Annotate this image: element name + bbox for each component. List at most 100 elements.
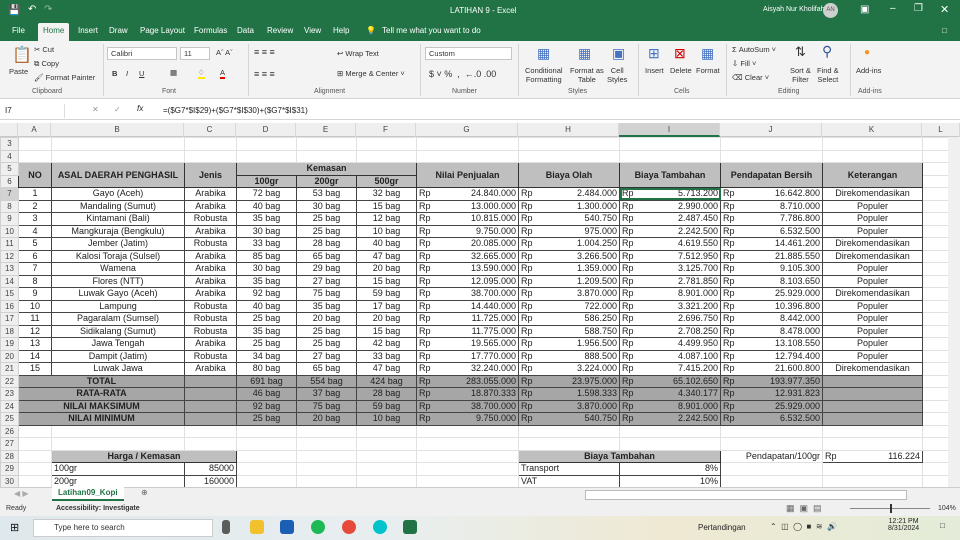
cancel-icon[interactable]: ✕ xyxy=(92,105,99,114)
summary-label[interactable]: NILAI MINIMUM xyxy=(18,412,185,426)
column-header[interactable]: C xyxy=(184,123,236,137)
cell-origin[interactable]: Dampit (Jatim) xyxy=(51,349,185,363)
harga-value[interactable]: 85000 xyxy=(184,462,237,476)
cell[interactable] xyxy=(51,137,185,151)
cell-no[interactable]: 8 xyxy=(18,274,52,288)
cell[interactable] xyxy=(922,224,948,238)
cell-keterangan[interactable]: Populer xyxy=(822,299,923,313)
cell[interactable] xyxy=(922,424,948,438)
cell-quantity[interactable]: 35 bag xyxy=(236,274,297,288)
cell-money[interactable]: Rp 3.125.700 xyxy=(619,262,721,276)
cell-money[interactable]: Rp 8.103.650 xyxy=(720,274,823,288)
cell-money[interactable]: Rp 2.487.450 xyxy=(619,212,721,226)
row-header[interactable]: 3 xyxy=(0,137,19,151)
cell-quantity[interactable]: 10 bag xyxy=(356,224,417,238)
excel-taskbar-icon[interactable] xyxy=(403,520,417,534)
cell-money[interactable]: Rp 2.781.850 xyxy=(619,274,721,288)
cell-money[interactable]: Rp 3.224.000 xyxy=(518,362,620,376)
row-header[interactable]: 4 xyxy=(0,149,19,163)
summary-quantity[interactable]: 691 bag xyxy=(236,374,297,388)
column-header[interactable]: D xyxy=(236,123,296,137)
cell-no[interactable]: 4 xyxy=(18,224,52,238)
row-header[interactable]: 6 xyxy=(0,174,19,188)
cell-quantity[interactable]: 35 bag xyxy=(236,212,297,226)
cell[interactable] xyxy=(18,137,52,151)
horizontal-scrollbar[interactable] xyxy=(585,490,907,500)
sort-filter-button[interactable]: Sort & Filter xyxy=(790,66,811,84)
cell[interactable] xyxy=(416,474,519,487)
summary-quantity[interactable]: 46 bag xyxy=(236,387,297,401)
cell-type[interactable]: Arabika xyxy=(184,224,237,238)
cell[interactable] xyxy=(720,137,823,151)
paste-icon[interactable]: 📋 xyxy=(12,45,32,65)
cell[interactable] xyxy=(184,137,237,151)
cell-no[interactable]: 12 xyxy=(18,324,52,338)
row-header[interactable]: 11 xyxy=(0,237,19,251)
cell-no[interactable]: 10 xyxy=(18,299,52,313)
cell[interactable] xyxy=(922,237,948,251)
insert-cells-icon[interactable]: ⊞ xyxy=(648,45,660,62)
find-select-button[interactable]: Find & Select xyxy=(817,66,839,84)
cell-money[interactable]: Rp 975.000 xyxy=(518,224,620,238)
cell-quantity[interactable]: 25 bag xyxy=(296,212,357,226)
notifications-icon[interactable]: □ xyxy=(940,521,945,530)
summary-money[interactable]: Rp 12.931.823 xyxy=(720,387,823,401)
cell-keterangan[interactable]: Direkomendasikan xyxy=(822,237,923,251)
cell-money[interactable]: Rp 16.642.800 xyxy=(720,187,823,201)
find-select-icon[interactable]: ⚲ xyxy=(822,43,832,60)
format-cells-icon[interactable]: ▦ xyxy=(701,45,714,62)
cell[interactable] xyxy=(922,324,948,338)
cell-money[interactable]: Rp 24.840.000 xyxy=(416,187,519,201)
cell[interactable] xyxy=(356,449,417,463)
cell-quantity[interactable]: 20 bag xyxy=(296,312,357,326)
align-left-icons[interactable]: ≡ ≡ ≡ xyxy=(254,69,275,79)
tab-home[interactable]: Home xyxy=(38,23,70,41)
format-cells-button[interactable]: Format xyxy=(696,66,720,75)
cell-keterangan[interactable]: Populer xyxy=(822,324,923,338)
autosum-button[interactable]: Σ AutoSum ˅ xyxy=(732,45,776,54)
header-origin[interactable]: ASAL DAERAH PENGHASIL xyxy=(51,162,185,188)
cell-quantity[interactable]: 47 bag xyxy=(356,249,417,263)
cell[interactable] xyxy=(922,274,948,288)
cell[interactable] xyxy=(416,424,519,438)
tab-insert[interactable]: Insert xyxy=(78,26,98,35)
row-header[interactable]: 26 xyxy=(0,424,19,438)
tab-data[interactable]: Data xyxy=(237,26,254,35)
summary-money[interactable]: Rp 65.102.650 xyxy=(619,374,721,388)
task-view-icon[interactable] xyxy=(222,520,230,534)
cell-quantity[interactable]: 15 bag xyxy=(356,274,417,288)
cell[interactable] xyxy=(356,424,417,438)
cell[interactable] xyxy=(922,187,948,201)
cell-origin[interactable]: Luwak Gayo (Aceh) xyxy=(51,287,185,301)
row-header[interactable]: 25 xyxy=(0,412,19,426)
cell-origin[interactable]: Flores (NTT) xyxy=(51,274,185,288)
cell[interactable] xyxy=(356,462,417,476)
delete-cells-button[interactable]: Delete xyxy=(670,66,692,75)
cell-type[interactable]: Arabika xyxy=(184,362,237,376)
cell-quantity[interactable]: 30 bag xyxy=(236,224,297,238)
row-header[interactable]: 30 xyxy=(0,474,19,487)
cell-keterangan[interactable]: Direkomendasikan xyxy=(822,249,923,263)
cell-type[interactable]: Robusta xyxy=(184,237,237,251)
cell[interactable] xyxy=(922,137,948,151)
cell-type[interactable]: Arabika xyxy=(184,337,237,351)
ribbon-display-icon[interactable]: ▣ xyxy=(860,4,869,15)
row-header[interactable]: 12 xyxy=(0,249,19,263)
summary-money[interactable]: Rp 23.975.000 xyxy=(518,374,620,388)
cell-quantity[interactable]: 33 bag xyxy=(236,237,297,251)
conditional-formatting-button[interactable]: Conditional Formatting xyxy=(525,66,563,84)
column-header[interactable]: B xyxy=(51,123,184,137)
cell-money[interactable]: Rp 2.708.250 xyxy=(619,324,721,338)
cell-origin[interactable]: Jawa Tengah xyxy=(51,337,185,351)
insert-function-icon[interactable]: fx xyxy=(137,104,143,113)
cell-money[interactable]: Rp 17.770.000 xyxy=(416,349,519,363)
cell-quantity[interactable]: 65 bag xyxy=(296,249,357,263)
cell[interactable] xyxy=(922,449,948,463)
cell-no[interactable]: 9 xyxy=(18,287,52,301)
cell-quantity[interactable]: 80 bag xyxy=(236,362,297,376)
summary-quantity[interactable]: 20 bag xyxy=(296,412,357,426)
cell[interactable] xyxy=(236,137,297,151)
clock[interactable]: 12:21 PM 8/31/2024 xyxy=(888,518,919,532)
insert-cells-button[interactable]: Insert xyxy=(645,66,664,75)
system-tray-icons[interactable]: ⌃ ◫ ◯ ■ ≋ 🔊 xyxy=(770,522,837,531)
